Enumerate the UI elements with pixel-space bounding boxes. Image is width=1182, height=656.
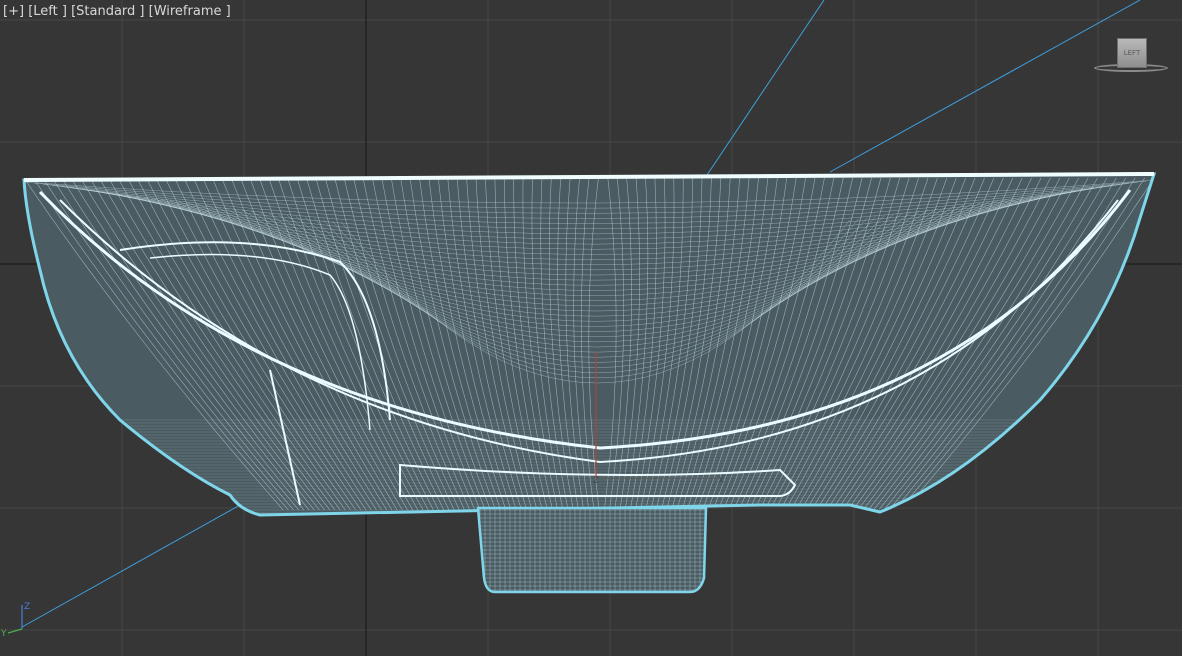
viewport-left[interactable]: X Z Z Y [+] [Left ] [Standard ] [Wirefra… xyxy=(0,0,1182,656)
viewport-label-menu: [+] [Left ] [Standard ] [Wireframe ] xyxy=(3,4,231,19)
world-y-label: Y xyxy=(0,629,7,639)
viewcube[interactable]: LEFT xyxy=(1092,36,1172,78)
world-z-label: Z xyxy=(24,602,30,612)
viewcube-left-face[interactable]: LEFT xyxy=(1117,38,1147,68)
viewport-shading-menu[interactable]: [Standard ] xyxy=(71,4,144,19)
gizmo-x-label: X xyxy=(718,476,724,486)
tub-mesh[interactable] xyxy=(20,172,1160,517)
gizmo-z-label: Z xyxy=(593,476,599,486)
world-axis-tripod: Z Y xyxy=(0,602,30,639)
viewport-display-menu[interactable]: [Wireframe ] xyxy=(149,4,231,19)
viewport-plus-menu[interactable]: [+] xyxy=(3,4,24,19)
viewport-canvas[interactable]: X Z Z Y xyxy=(0,0,1182,656)
tub-base-mesh[interactable] xyxy=(476,506,708,594)
viewport-view-menu[interactable]: [Left ] xyxy=(28,4,67,19)
